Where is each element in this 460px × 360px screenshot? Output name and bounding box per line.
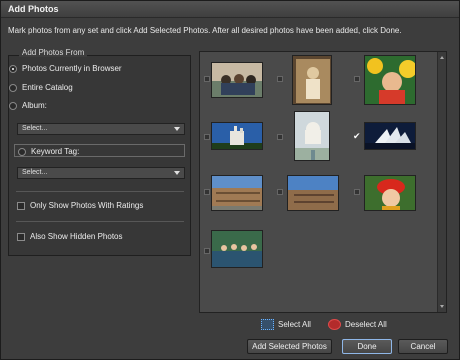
checkbox-show-hidden[interactable]: Also Show Hidden Photos [17,232,123,241]
photo-grid: ✔ [199,51,447,313]
radio-entire-catalog[interactable]: Entire Catalog [9,83,73,92]
photo-checkbox[interactable] [277,189,283,195]
scroll-up-icon[interactable] [440,56,444,59]
radio-label: Keyword Tag: [31,147,80,156]
photo-checkbox[interactable] [204,189,210,195]
window-title: Add Photos [8,4,59,14]
photo-checkbox[interactable] [204,134,210,140]
keyword-select[interactable]: Select... [17,167,185,179]
radio-icon [9,101,17,110]
photo-opera-house[interactable] [364,122,416,150]
photo-checkbox[interactable] [204,76,210,82]
photo-castle[interactable] [211,122,263,150]
divider [16,221,184,222]
photo-colosseum-2[interactable] [287,175,339,211]
add-selected-photos-button[interactable]: Add Selected Photos [247,339,332,354]
album-select-value: Select... [22,125,48,132]
radio-album[interactable]: Album: [9,101,47,110]
radio-label: Entire Catalog [22,83,73,92]
select-all-button[interactable]: Select All [261,319,311,330]
photo-colosseum-1[interactable] [211,175,263,211]
chevron-down-icon [174,127,180,131]
photo-family-group[interactable] [211,62,263,98]
photo-grid-scrollbar[interactable] [437,52,446,312]
photo-checkbox[interactable] [277,76,283,82]
checkbox-label: Only Show Photos With Ratings [30,201,144,210]
checkbox-label: Also Show Hidden Photos [30,232,123,241]
radio-icon [18,147,26,156]
photo-taj-mahal[interactable] [294,111,330,161]
deselect-all-button[interactable]: Deselect All [328,319,387,330]
select-all-label: Select All [278,320,311,329]
divider [16,191,184,192]
photo-child-sunflowers[interactable] [364,55,416,105]
radio-selected-icon [9,64,17,73]
chevron-down-icon [174,171,180,175]
photo-checkbox[interactable] [204,248,210,254]
checkbox-icon [17,201,25,210]
title-bar[interactable]: Add Photos [1,1,459,18]
group-label: Add Photos From [19,48,88,57]
photo-vintage-child[interactable] [292,55,332,105]
photo-checkbox[interactable] [354,189,360,195]
radio-icon [9,83,17,92]
photo-child-red-hat[interactable] [364,175,416,211]
photo-checkbox[interactable] [354,76,360,82]
radio-photos-in-browser[interactable]: Photos Currently in Browser [9,64,122,73]
radio-label: Photos Currently in Browser [22,64,122,73]
keyword-select-value: Select... [22,169,48,176]
album-select[interactable]: Select... [17,123,185,135]
radio-label: Album: [22,101,47,110]
add-photos-dialog: Add Photos Mark photos from any set and … [0,0,460,360]
scroll-down-icon[interactable] [440,305,444,308]
done-button[interactable]: Done [342,339,392,354]
checkbox-only-ratings[interactable]: Only Show Photos With Ratings [17,201,143,210]
deselect-all-icon [328,319,341,330]
photo-kids-water[interactable] [211,230,263,268]
instructions-text: Mark photos from any set and click Add S… [8,26,402,35]
select-all-icon [261,319,274,330]
photo-checkbox[interactable] [277,134,283,140]
photo-checkbox-checked[interactable]: ✔ [353,132,361,141]
deselect-all-label: Deselect All [345,320,387,329]
checkbox-icon [17,232,25,241]
cancel-button[interactable]: Cancel [398,339,448,354]
radio-keyword-tag[interactable]: Keyword Tag: [18,147,79,156]
